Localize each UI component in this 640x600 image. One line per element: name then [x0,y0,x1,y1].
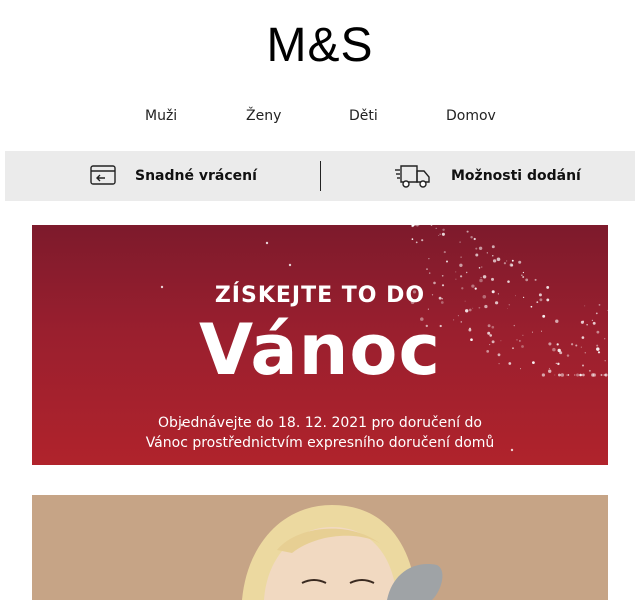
nav-item-men[interactable]: Muži [145,108,177,124]
banner-subtext-line-1: Objednávejte do 18. 12. 2021 pro doručen… [158,415,482,431]
banner-subtext-line-2: Vánoc prostřednictvím expresního doručen… [145,435,495,451]
delivery-truck-icon [395,165,430,188]
info-bar: Snadné vrácení Možnosti dodání [5,151,635,201]
banner-kicker: ZÍSKEJTE TO DO [214,283,426,308]
delivery-options-label: Možnosti dodání [451,168,581,184]
product-photo-banner[interactable] [32,495,608,600]
brand-logo[interactable]: M&S [0,18,640,73]
banner-headline: Vánoc [198,309,441,391]
main-nav: Muži Ženy Děti Domov [0,108,640,128]
model-photo [32,495,608,600]
info-bar-divider [320,161,321,191]
nav-item-women[interactable]: Ženy [246,108,281,124]
nav-item-kids[interactable]: Děti [349,108,378,124]
easy-returns-link[interactable]: Snadné vrácení [89,151,257,201]
returns-card-icon [90,165,116,185]
easy-returns-label: Snadné vrácení [135,168,257,184]
banner-subtext: Objednávejte do 18. 12. 2021 pro doručen… [32,413,608,453]
christmas-delivery-banner[interactable]: ZÍSKEJTE TO DO Vánoc Objednávejte do 18.… [32,225,608,465]
delivery-options-link[interactable]: Možnosti dodání [393,151,581,201]
nav-item-home[interactable]: Domov [446,108,496,124]
